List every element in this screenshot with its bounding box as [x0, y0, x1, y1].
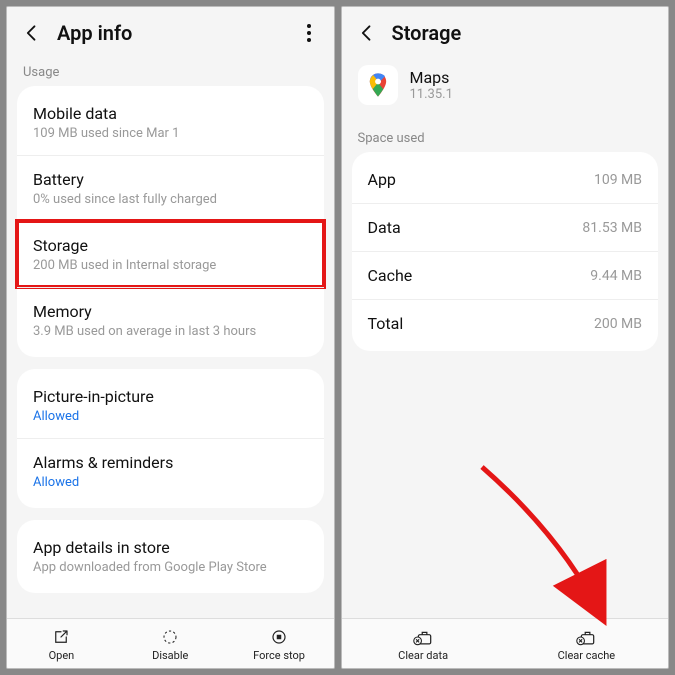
- page-title: App info: [57, 21, 298, 45]
- disable-button[interactable]: Disable: [116, 619, 225, 668]
- dots-icon: [307, 24, 311, 28]
- footer-actions: Open Disable Force stop: [7, 618, 334, 668]
- phone-storage: Storage Maps 11.35.1 Space used App 109 …: [341, 6, 670, 669]
- footer-actions: Clear data Clear cache: [342, 618, 669, 668]
- usage-card: Mobile data 109 MB used since Mar 1 Batt…: [17, 86, 324, 357]
- open-button[interactable]: Open: [7, 619, 116, 668]
- clear-cache-button[interactable]: Clear cache: [505, 619, 668, 668]
- row-cache: Cache 9.44 MB: [352, 251, 659, 299]
- section-space-label: Space used: [342, 121, 669, 152]
- row-app: App 109 MB: [352, 156, 659, 203]
- row-total: Total 200 MB: [352, 299, 659, 347]
- stop-icon: [225, 627, 334, 647]
- overflow-menu[interactable]: [298, 24, 320, 42]
- back-button[interactable]: [356, 22, 378, 44]
- item-alarms[interactable]: Alarms & reminders Allowed: [17, 438, 324, 504]
- permissions-card: Picture-in-picture Allowed Alarms & remi…: [17, 369, 324, 508]
- clear-cache-icon: [505, 627, 668, 647]
- force-stop-button[interactable]: Force stop: [225, 619, 334, 668]
- row-data: Data 81.53 MB: [352, 203, 659, 251]
- item-mobile-data[interactable]: Mobile data 109 MB used since Mar 1: [17, 90, 324, 155]
- phone-app-info: App info Usage Mobile data 109 MB used s…: [6, 6, 335, 669]
- back-button[interactable]: [21, 22, 43, 44]
- chevron-left-icon: [357, 23, 377, 43]
- app-header: Maps 11.35.1: [342, 55, 669, 121]
- header: Storage: [342, 7, 669, 55]
- app-version: 11.35.1: [410, 87, 453, 102]
- app-name: Maps: [410, 68, 453, 87]
- open-icon: [7, 627, 116, 647]
- clear-data-icon: [342, 627, 505, 647]
- store-card: App details in store App downloaded from…: [17, 520, 324, 593]
- header: App info: [7, 7, 334, 55]
- item-battery[interactable]: Battery 0% used since last fully charged: [17, 155, 324, 221]
- page-title: Storage: [392, 21, 655, 45]
- clear-data-button[interactable]: Clear data: [342, 619, 505, 668]
- space-card: App 109 MB Data 81.53 MB Cache 9.44 MB T…: [352, 152, 659, 351]
- disable-icon: [116, 627, 225, 647]
- item-app-details[interactable]: App details in store App downloaded from…: [17, 524, 324, 589]
- maps-icon: [358, 65, 398, 105]
- item-storage[interactable]: Storage 200 MB used in Internal storage: [17, 221, 324, 287]
- chevron-left-icon: [22, 23, 42, 43]
- item-pip[interactable]: Picture-in-picture Allowed: [17, 373, 324, 438]
- item-memory[interactable]: Memory 3.9 MB used on average in last 3 …: [17, 287, 324, 353]
- section-usage-label: Usage: [7, 55, 334, 86]
